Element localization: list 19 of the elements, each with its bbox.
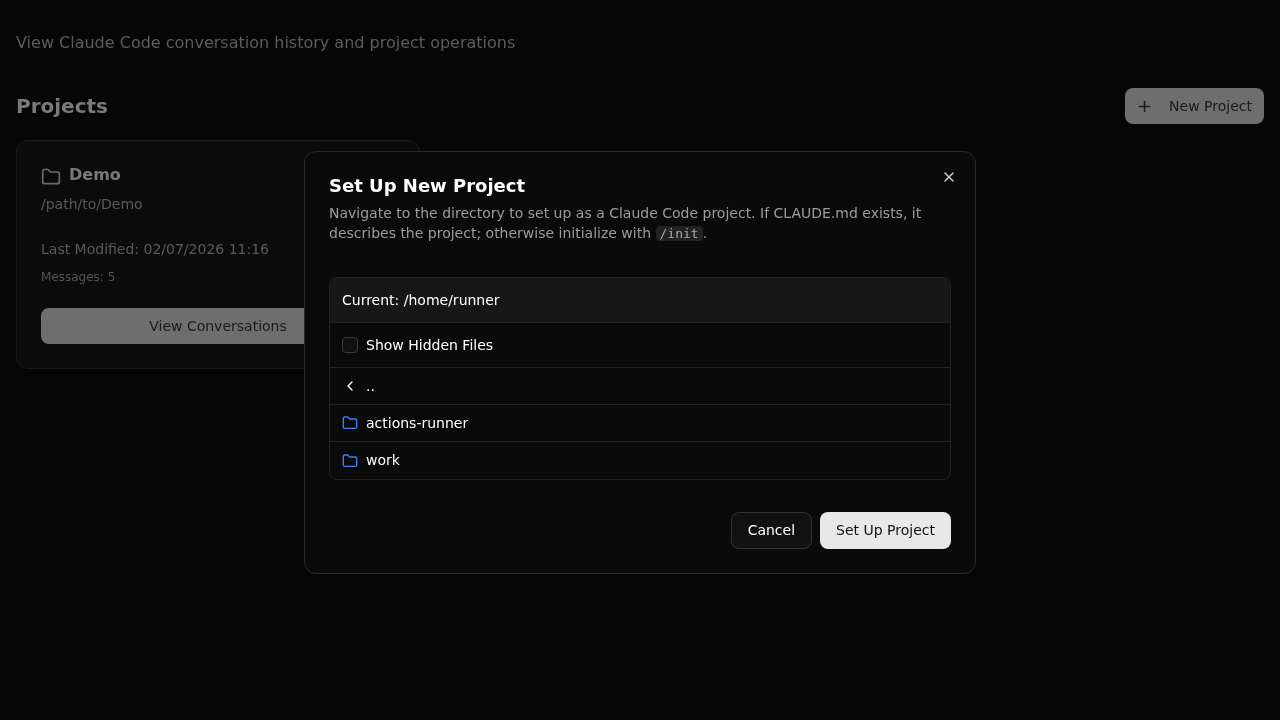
folder-icon [41,167,61,187]
dialog-description: Navigate to the directory to set up as a Claude Code project. If CLAUDE.md exists, it describes the project; otherwise initialize with /init . [329,204,923,243]
page-subtitle: View Claude Code conversation history and project operations [16,32,517,54]
folder-icon [342,452,358,469]
folder-item[interactable]: work [330,442,950,479]
parent-directory-item[interactable]: .. [330,368,950,405]
folder-icon [342,415,358,431]
last-modified: Last Modified: 02/07/2026 11:16 [41,240,269,259]
current-path: Current: /home/runner [330,278,950,323]
dialog-title: Set Up New Project [329,176,527,196]
project-path: /path/to/Demo [41,195,143,214]
plus-icon: + [1137,97,1152,115]
cancel-button[interactable]: Cancel [730,512,813,549]
section-title: Projects [16,93,108,120]
project-name: Demo [69,164,121,186]
message-count: Messages: 5 [41,269,116,286]
folder-item[interactable]: actions-runner [330,405,950,442]
set-up-project-button[interactable]: Set Up Project [820,512,951,549]
show-hidden-checkbox[interactable]: Show Hidden Files [330,323,950,368]
